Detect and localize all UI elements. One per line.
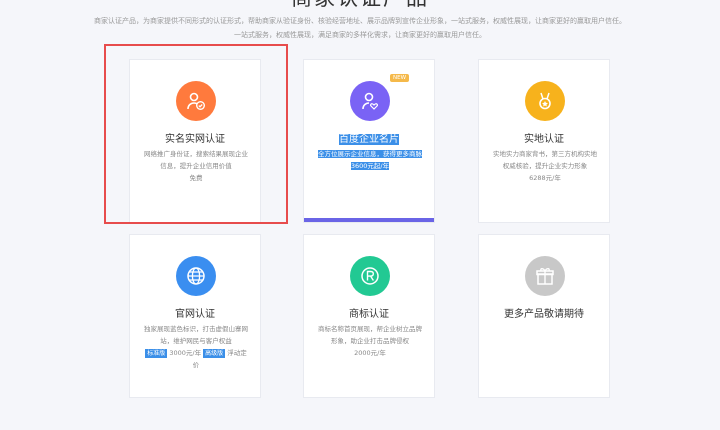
card-price-row: 标准版 3000元/年 高级版 浮动定价: [144, 347, 248, 371]
product-card-baidu-business[interactable]: NEW 百度企业名片 全方位展示企业信息，获得更多商脉 3600元起/年: [303, 59, 435, 223]
price-standard: 3000元/年: [169, 349, 202, 357]
card-title: 官网认证: [175, 309, 215, 320]
tag-premium: 高级版: [203, 349, 226, 358]
registered-icon: [361, 267, 379, 285]
card-price: 6288元/年: [529, 174, 561, 182]
icon-badge: [525, 81, 565, 121]
card-desc-text: 独家展现蓝色标识，打击虚假山寨网站，维护网民与客户权益: [144, 325, 248, 345]
user-heart-icon: [362, 92, 378, 110]
active-underline: [304, 218, 434, 222]
product-card-onsite[interactable]: 实地认证 实地实力商家背书，第三方机构实地权威核验，提升企业实力形象 6288元…: [478, 59, 610, 223]
medal-icon: [539, 92, 551, 110]
card-desc-selected: 全方位展示企业信息，获得更多商脉: [318, 150, 422, 158]
page-title: 商家认证产品: [0, 0, 720, 10]
icon-badge: [525, 256, 565, 296]
card-title: 商标认证: [349, 309, 389, 320]
card-price-selected: 3600元起/年: [350, 162, 390, 170]
card-title: 更多产品敬请期待: [504, 309, 584, 320]
card-desc-text: 商标名称首页展现，帮企业树立品牌形象，助企业打击品牌侵权: [318, 325, 422, 345]
card-desc-text: 实地实力商家背书，第三方机构实地权威核验，提升企业实力形象: [493, 150, 597, 170]
intro-text: 商家认证产品，为商家提供不同形式的认证形式，帮助商家从验证身份、核验经营地址、展…: [90, 14, 630, 42]
card-description: 商标名称首页展现，帮企业树立品牌形象，助企业打击品牌侵权 2000元/年: [318, 323, 422, 359]
globe-icon: [187, 267, 205, 285]
card-description: 全方位展示企业信息，获得更多商脉 3600元起/年: [318, 148, 422, 172]
intro-line: 商家认证产品，为商家提供不同形式的认证形式，帮助商家从验证身份、核验经营地址、展…: [94, 17, 626, 25]
card-price: 3600元起/年: [318, 160, 422, 172]
icon-badge: [350, 256, 390, 296]
card-description: 独家展现蓝色标识，打击虚假山寨网站，维护网民与客户权益 标准版 3000元/年 …: [144, 323, 248, 371]
product-card-trademark[interactable]: 商标认证 商标名称首页展现，帮企业树立品牌形象，助企业打击品牌侵权 2000元/…: [303, 234, 435, 398]
card-price: 2000元/年: [354, 349, 386, 357]
card-title-text: 百度企业名片: [339, 134, 399, 145]
highlight-frame: [104, 44, 288, 224]
intro-line: 一站式服务，权威性展现，满足商家的多样化需求，让商家更好的赢取用户信任。: [234, 31, 486, 39]
tag-standard: 标准版: [145, 349, 168, 358]
card-title: 实地认证: [524, 134, 564, 145]
product-card-more: 更多产品敬请期待: [478, 234, 610, 398]
icon-badge: [176, 256, 216, 296]
gift-icon: [536, 267, 554, 285]
new-badge: NEW: [390, 74, 410, 82]
card-title: 百度企业名片: [304, 130, 434, 145]
icon-badge: [350, 81, 390, 121]
card-desc-text: 全方位展示企业信息，获得更多商脉: [318, 148, 422, 160]
card-description: 实地实力商家背书，第三方机构实地权威核验，提升企业实力形象 6288元/年: [493, 148, 597, 184]
product-card-official-site[interactable]: 官网认证 独家展现蓝色标识，打击虚假山寨网站，维护网民与客户权益 标准版 300…: [129, 234, 261, 398]
